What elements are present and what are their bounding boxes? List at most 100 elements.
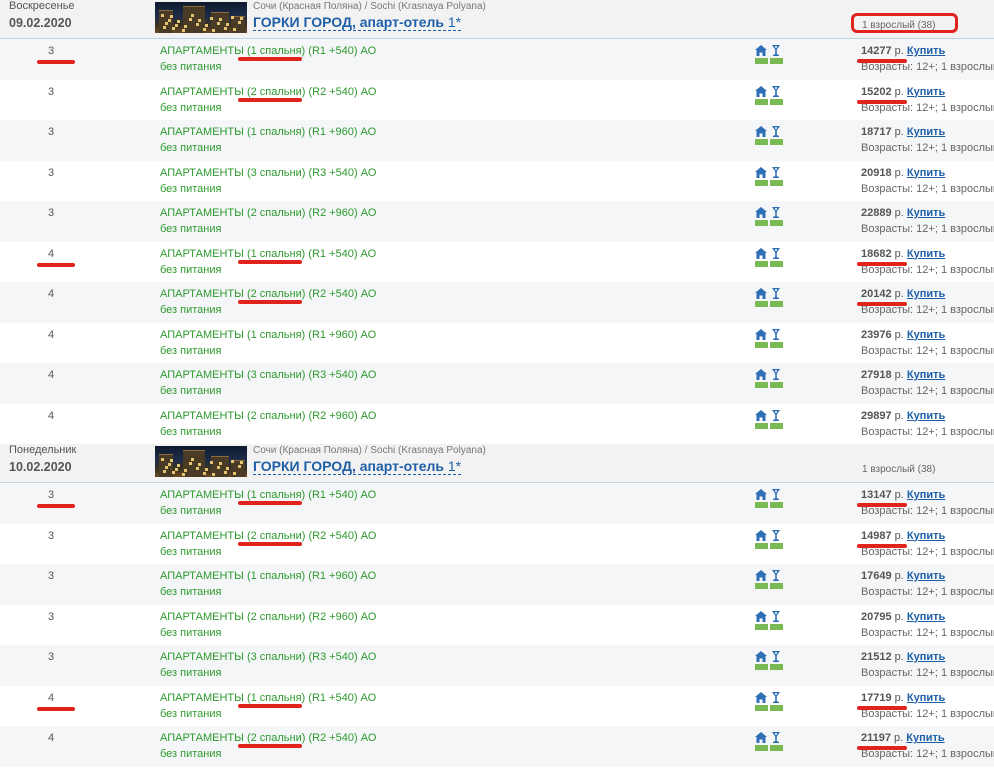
- house-icon: [755, 691, 767, 703]
- availability-bar: [770, 664, 783, 670]
- room-code: (R3 +540) АО: [305, 369, 377, 381]
- nights-count: 3: [47, 651, 55, 663]
- day-date: 10.02.2020: [9, 460, 72, 474]
- room-name: АПАРТАМЕНТЫ: [160, 247, 247, 260]
- meal-plan: без питания: [160, 748, 222, 760]
- offer-row: 3 АПАРТАМЕНТЫ (1 спальня) (R1 +960) АО без…: [0, 564, 994, 605]
- availability-bar: [770, 220, 783, 226]
- cocktail-icon: [770, 570, 782, 581]
- availability-bar: [755, 745, 768, 751]
- offer-row: 3 АПАРТАМЕНТЫ (3 спальни) (R3 +540) АО без…: [0, 645, 994, 686]
- buy-link[interactable]: Купить: [907, 369, 945, 381]
- annotation-underline: [37, 706, 75, 711]
- price-currency: р.: [894, 207, 904, 219]
- house-icon: [755, 610, 767, 622]
- meal-plan: без питания: [160, 61, 222, 73]
- ages-info: Возрасты: 12+; 1 взрослый: [861, 667, 994, 679]
- buy-link[interactable]: Купить: [907, 570, 945, 582]
- room-bedrooms: (3 спальни): [246, 651, 306, 663]
- room-name: АПАРТАМЕНТЫ: [160, 409, 247, 422]
- room-bedrooms: (1 спальня): [246, 489, 306, 501]
- buy-link[interactable]: Купить: [907, 329, 945, 341]
- hotel-photo[interactable]: [155, 446, 247, 477]
- price-currency: р.: [894, 45, 904, 57]
- room-code: (R1 +540) АО: [305, 247, 377, 260]
- cocktail-icon: [770, 610, 782, 622]
- room-bedrooms: (3 спальни): [246, 369, 306, 381]
- amenities: [755, 570, 783, 590]
- buy-link[interactable]: Купить: [907, 167, 945, 179]
- room-code: (R1 +540) АО: [305, 45, 377, 57]
- buy-link[interactable]: Купить: [907, 288, 945, 300]
- cocktail-icon: [770, 247, 782, 259]
- amenities: [755, 85, 783, 106]
- price-currency: р.: [894, 529, 904, 542]
- room-type: АПАРТАМЕНТЫ (2 спальни) (R2 +960) АО: [160, 611, 376, 623]
- hotel-name-link[interactable]: ГОРКИ ГОРОД, апарт-отель 1*: [253, 459, 462, 475]
- buy-link[interactable]: Купить: [907, 207, 945, 219]
- price-currency: р.: [894, 247, 904, 260]
- room-bedrooms: (1 спальня): [246, 328, 306, 341]
- annotation-underline: [238, 541, 302, 546]
- buy-link[interactable]: Купить: [907, 692, 945, 704]
- offer-row: 4 АПАРТАМЕНТЫ (3 спальни) (R3 +540) АО без…: [0, 363, 994, 404]
- amenities: [755, 369, 783, 389]
- room-bedrooms: (3 спальни): [246, 166, 306, 179]
- room-name: АПАРТАМЕНТЫ: [160, 207, 247, 219]
- buy-link[interactable]: Купить: [907, 489, 945, 501]
- annotation-circle: [851, 13, 958, 33]
- price-currency: р.: [894, 85, 904, 98]
- meal-plan: без питания: [160, 344, 222, 357]
- annotation-underline: [37, 60, 75, 64]
- house-icon: [755, 732, 767, 743]
- buy-link[interactable]: Купить: [906, 732, 944, 744]
- amenities: [755, 732, 783, 752]
- buy-link[interactable]: Купить: [907, 45, 945, 57]
- price-currency: р.: [894, 409, 904, 422]
- buy-link[interactable]: Купить: [907, 651, 945, 663]
- buy-link[interactable]: Купить: [907, 126, 945, 138]
- amenities: [755, 207, 783, 227]
- buy-link[interactable]: Купить: [907, 248, 945, 260]
- price-line: 15202 р. Купить: [861, 86, 945, 98]
- availability-bar: [755, 382, 768, 388]
- room-code: (R3 +540) АО: [305, 651, 377, 663]
- offer-row: 4 АПАРТАМЕНТЫ (1 спальня) (R1 +540) АО без…: [0, 686, 994, 727]
- cocktail-icon: [770, 328, 782, 340]
- buy-link[interactable]: Купить: [907, 410, 945, 422]
- meal-plan: без питания: [160, 707, 222, 720]
- room-name: АПАРТАМЕНТЫ: [160, 651, 247, 663]
- amenities: [755, 691, 783, 712]
- buy-link[interactable]: Купить: [907, 86, 945, 98]
- price-value: 20142: [861, 288, 892, 300]
- price-currency: р.: [894, 288, 904, 300]
- ages-info: Возрасты: 12+; 1 взрослый: [861, 182, 994, 195]
- search-results: Воскресенье 09.02.2020 Сочи (Красная Полян…: [0, 0, 994, 767]
- availability-bar: [755, 58, 768, 64]
- room-type: АПАРТАМЕНТЫ (2 спальни) (R2 +960) АО: [160, 207, 376, 219]
- amenities: [755, 288, 783, 308]
- meal-plan: без питания: [160, 101, 222, 114]
- amenities: [755, 529, 783, 550]
- hotel-photo[interactable]: [155, 2, 247, 33]
- nights-count: 4: [47, 409, 55, 422]
- price-line: 20795 р. Купить: [861, 611, 945, 623]
- room-type: АПАРТАМЕНТЫ (2 спальни) (R2 +540) АО: [160, 732, 376, 744]
- amenities: [755, 247, 783, 268]
- price-value: 17719: [861, 691, 892, 704]
- meal-plan: без питания: [160, 586, 222, 598]
- house-icon: [755, 570, 767, 581]
- price-currency: р.: [894, 369, 904, 381]
- availability-bar: [755, 542, 768, 549]
- room-type: АПАРТАМЕНТЫ (3 спальни) (R3 +540) АО: [160, 167, 376, 179]
- room-code: (R3 +540) АО: [305, 166, 377, 179]
- hotel-name-link[interactable]: ГОРКИ ГОРОД, апарт-отель 1*: [253, 15, 462, 31]
- nights-count: 4: [47, 732, 55, 744]
- room-bedrooms: (2 спальни): [246, 732, 306, 744]
- annotation-underline: [857, 705, 907, 710]
- room-name: АПАРТАМЕНТЫ: [160, 369, 247, 381]
- price-line: 27918 р. Купить: [861, 369, 945, 381]
- ages-info: Возрасты: 12+; 1 взрослый: [861, 626, 994, 639]
- buy-link[interactable]: Купить: [907, 611, 945, 623]
- buy-link[interactable]: Купить: [907, 530, 945, 542]
